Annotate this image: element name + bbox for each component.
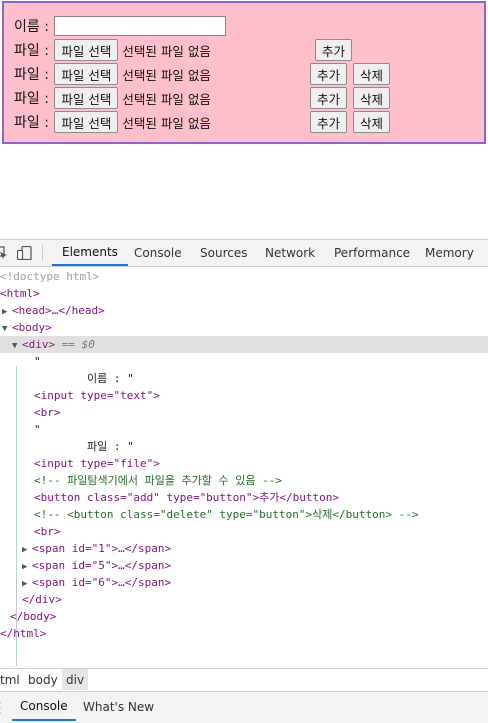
tree-node[interactable]: <input type="text"> — [0, 387, 488, 404]
file-label: 파일 : — [14, 40, 53, 60]
selected-marker: == $0 — [62, 338, 95, 351]
tab-console[interactable]: Console — [134, 240, 182, 266]
html-open-tag: <html> — [0, 287, 40, 300]
span-node: <span id="5">…</span> — [32, 559, 171, 572]
tab-performance[interactable]: Performance — [334, 240, 410, 266]
br-node: <br> — [34, 406, 61, 419]
inspect-element-icon[interactable] — [0, 246, 8, 263]
tree-node[interactable]: </body> — [0, 608, 488, 625]
device-toolbar-icon[interactable] — [17, 246, 33, 263]
devtools-panel: Elements Console Sources Network Perform… — [0, 239, 488, 722]
delete-button[interactable]: 삭제 — [353, 87, 390, 109]
tab-memory[interactable]: Memory — [425, 240, 474, 266]
tree-node[interactable]: ▶<span id="5">…</span> — [0, 557, 488, 574]
tree-node[interactable]: </html> — [0, 625, 488, 642]
span-node: <span id="6">…</span> — [32, 576, 171, 589]
file-label: 파일 : — [14, 88, 53, 108]
head-node: <head>…</head> — [12, 304, 105, 317]
name-text-input[interactable] — [54, 16, 226, 36]
file-choose-button[interactable]: 파일 선택 — [54, 111, 118, 133]
span-node: <span id="1">…</span> — [32, 542, 171, 555]
tab-sources[interactable]: Sources — [200, 240, 247, 266]
drawer-menu-icon[interactable] — [0, 701, 2, 718]
tree-node[interactable]: <br> — [0, 404, 488, 421]
body-close-tag: </body> — [10, 610, 56, 623]
breadcrumb: tml body div — [0, 668, 488, 690]
tree-node[interactable]: ▼<body> — [0, 319, 488, 336]
breadcrumb-body[interactable]: body — [24, 669, 62, 690]
div-close-tag: </div> — [22, 593, 62, 606]
div-open-tag: <div> — [22, 338, 55, 351]
tree-node[interactable]: ▶<head>…</head> — [0, 302, 488, 319]
drawer-tab-whats-new[interactable]: What's New — [83, 692, 154, 721]
file-choose-button[interactable]: 파일 선택 — [54, 87, 118, 109]
tab-elements[interactable]: Elements — [52, 240, 128, 266]
toolbar-divider — [42, 245, 43, 261]
text-node: 파일 : " — [34, 440, 134, 453]
tree-node[interactable]: <html> — [0, 285, 488, 302]
breadcrumb-html[interactable]: tml — [0, 669, 24, 690]
button-add-node: <button class="add" type="button">추가</bu… — [34, 491, 339, 504]
devtools-tabbar: Elements Console Sources Network Perform… — [0, 240, 488, 267]
no-file-text: 선택된 파일 없음 — [122, 41, 210, 60]
file-row: 파일 : 파일 선택 선택된 파일 없음 — [14, 63, 211, 85]
name-label: 이름 : — [14, 16, 53, 36]
name-row: 이름 : — [14, 15, 226, 37]
input-text-node: <input type="text"> — [34, 389, 160, 402]
tab-network[interactable]: Network — [265, 240, 315, 266]
tree-node[interactable]: <input type="file"> — [0, 455, 488, 472]
body-open-tag: <body> — [12, 321, 52, 334]
elements-tree: <!doctype html> <html> ▶<head>…</head> ▼… — [0, 268, 488, 668]
tree-node[interactable]: <br> — [0, 523, 488, 540]
file-choose-button[interactable]: 파일 선택 — [54, 39, 118, 61]
add-button[interactable]: 추가 — [315, 39, 352, 61]
delete-button[interactable]: 삭제 — [353, 63, 390, 85]
input-file-node: <input type="file"> — [34, 457, 160, 470]
breadcrumb-div[interactable]: div — [62, 669, 88, 690]
tree-node[interactable]: <!-- 파일탐색기에서 파일을 추가할 수 있음 --> — [0, 472, 488, 489]
tree-node[interactable]: " — [0, 421, 488, 438]
tree-node[interactable]: </div> — [0, 591, 488, 608]
delete-button[interactable]: 삭제 — [353, 111, 390, 133]
text-node: " — [34, 355, 41, 368]
file-row: 파일 : 파일 선택 선택된 파일 없음 — [14, 39, 211, 61]
html-close-tag: </html> — [0, 627, 46, 640]
no-file-text: 선택된 파일 없음 — [122, 65, 210, 84]
file-label: 파일 : — [14, 112, 53, 132]
add-button[interactable]: 추가 — [310, 87, 347, 109]
comment-node: <!-- 파일탐색기에서 파일을 추가할 수 있음 --> — [34, 474, 282, 487]
file-row: 파일 : 파일 선택 선택된 파일 없음 — [14, 111, 211, 133]
tree-node[interactable]: 이름 : " — [0, 370, 488, 387]
tree-node[interactable]: 파일 : " — [0, 438, 488, 455]
text-node: " — [34, 423, 41, 436]
drawer-tab-console[interactable]: Console — [12, 692, 76, 721]
add-button[interactable]: 추가 — [310, 111, 347, 133]
tree-node[interactable]: <!doctype html> — [0, 268, 488, 285]
text-node: 이름 : " — [34, 372, 134, 385]
br-node: <br> — [34, 525, 61, 538]
doctype-node: <!doctype html> — [0, 270, 99, 283]
page-preview: 이름 : 파일 : 파일 선택 선택된 파일 없음 추가 파일 : 파일 선택 … — [2, 1, 486, 144]
add-button[interactable]: 추가 — [310, 63, 347, 85]
drawer-tabbar: Console What's New — [0, 691, 488, 723]
tree-node[interactable]: <!-- <button class="delete" type="button… — [0, 506, 488, 523]
tree-node[interactable]: ▶<span id="1">…</span> — [0, 540, 488, 557]
tree-node[interactable]: <button class="add" type="button">추가</bu… — [0, 489, 488, 506]
file-label: 파일 : — [14, 64, 53, 84]
tree-node[interactable]: ▶<span id="6">…</span> — [0, 574, 488, 591]
tree-node-selected[interactable]: ▼<div> == $0 — [0, 336, 488, 353]
no-file-text: 선택된 파일 없음 — [122, 89, 210, 108]
file-row: 파일 : 파일 선택 선택된 파일 없음 — [14, 87, 211, 109]
comment-node: <!-- <button class="delete" type="button… — [34, 508, 418, 521]
file-choose-button[interactable]: 파일 선택 — [54, 63, 118, 85]
no-file-text: 선택된 파일 없음 — [122, 113, 210, 132]
tree-node[interactable]: " — [0, 353, 488, 370]
